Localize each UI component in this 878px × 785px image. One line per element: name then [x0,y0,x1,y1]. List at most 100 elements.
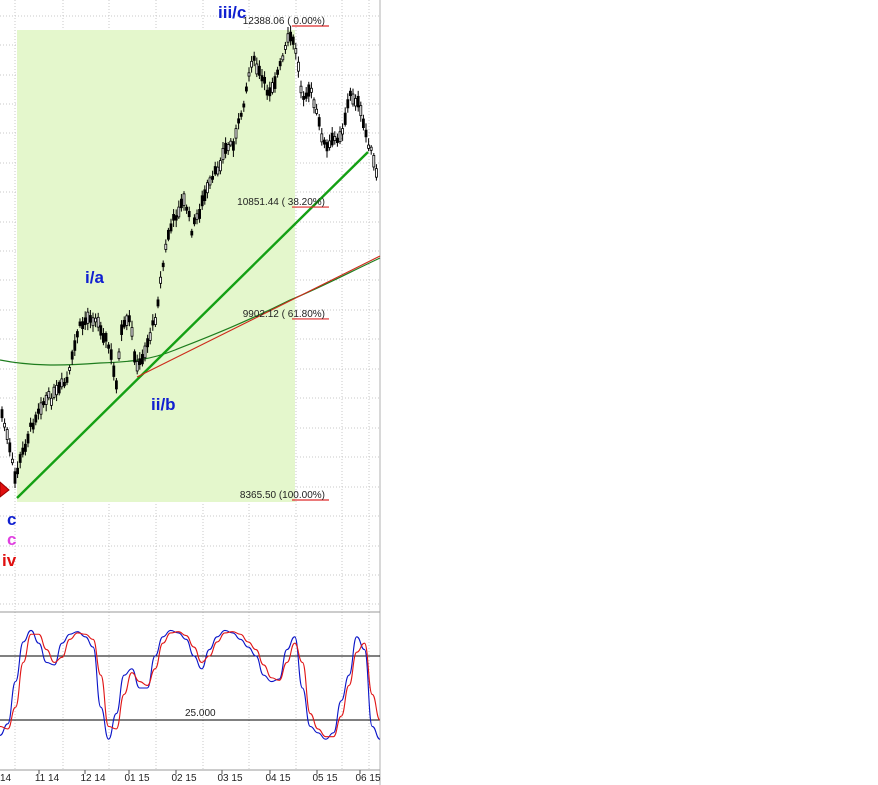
candle-body [121,325,123,335]
candle-body [160,277,162,283]
stochastic-oscillator-panel: 25.000 [0,630,380,739]
candle-body [162,263,164,266]
candle-body [342,129,344,134]
candle-body [87,312,89,323]
candle-body [336,138,338,143]
x-tick-label: 04 15 [265,773,290,784]
candle-body [269,88,271,96]
candle-body [316,109,318,113]
candle-body [196,214,198,220]
candle-body [95,318,97,322]
candle-body [365,130,367,137]
candle-body [136,361,138,371]
candle-body [180,199,182,208]
candle-body [204,190,206,201]
wave-label: i/a [85,268,104,287]
fib-level-label: 9902.12 ( 61.80%) [243,309,325,320]
candle-body [53,387,55,397]
candle-body [58,382,60,392]
candle-body [217,167,219,174]
candle-body [144,346,146,358]
candle-body [355,98,357,106]
candle-body [258,66,260,75]
wave-label: c [7,510,16,529]
candle-body [175,216,177,221]
candle-body [222,148,224,159]
candle-body [71,352,73,359]
x-tick-label: 05 15 [312,773,337,784]
candle-body [209,178,211,185]
candle-body [339,132,341,142]
candle-body [24,444,26,451]
candle-body [108,345,110,348]
candle-body [97,317,99,327]
candle-body [35,415,37,422]
candle-body [149,333,151,341]
candle-body [178,207,180,217]
candle-body [50,398,52,405]
candle-body [219,161,221,171]
candle-body [66,377,68,382]
candle-body [375,169,377,178]
x-tick-label: 02 15 [171,773,196,784]
oscillator-level-label: 25.000 [185,708,216,719]
candle-body [251,61,253,67]
candle-body [295,49,297,54]
fib-level-label: 10851.44 ( 38.20%) [237,197,325,208]
candle-body [110,350,112,360]
candle-body [131,328,133,337]
candle-body [297,62,299,71]
candle-body [165,244,167,249]
candle-body [45,395,47,404]
candle-body [61,379,63,387]
candle-body [266,90,268,95]
candle-body [256,64,258,74]
candle-body [321,134,323,142]
candle-body [115,381,117,389]
wave-label: iv [2,551,17,570]
candle-body [277,70,279,74]
candle-body [22,448,24,454]
candle-body [300,86,302,93]
candle-body [89,316,91,323]
candle-body [139,359,141,365]
candle-body [199,209,201,218]
x-tick-label: 11 14 [35,773,60,784]
candle-body [193,218,195,224]
candle-body [170,224,172,231]
candle-body [287,34,289,42]
candle-body [9,443,11,452]
red-arrow-marker-icon [0,482,9,497]
candle-body [113,366,115,376]
candle-body [240,113,242,116]
candle-body [48,392,50,398]
candle-body [225,143,227,153]
chart-canvas: 12388.06 ( 0.00%)10851.44 ( 38.20%)9902.… [0,0,878,785]
x-tick-label: 03 15 [217,773,242,784]
x-tick-partial: 14 [0,773,12,784]
candle-body [118,352,120,359]
candle-body [11,459,13,462]
candle-body [326,143,328,151]
candle-body [167,230,169,239]
candle-body [357,96,359,107]
candle-body [173,214,175,220]
candle-body [290,32,292,41]
candle-body [373,155,375,167]
x-tick-label: 12 14 [80,773,105,784]
candle-body [370,147,372,150]
candle-body [183,194,185,206]
candle-body [43,401,45,404]
candle-body [74,341,76,351]
candle-body [188,211,190,216]
candle-body [69,367,71,370]
candle-body [274,77,276,89]
oscillator-series-blue [0,630,380,739]
candle-body [261,76,263,81]
candle-body [84,318,86,325]
candle-body [292,37,294,44]
candle-body [334,136,336,140]
candle-body [318,118,320,127]
candle-body [313,100,315,108]
candle-body [191,231,193,235]
